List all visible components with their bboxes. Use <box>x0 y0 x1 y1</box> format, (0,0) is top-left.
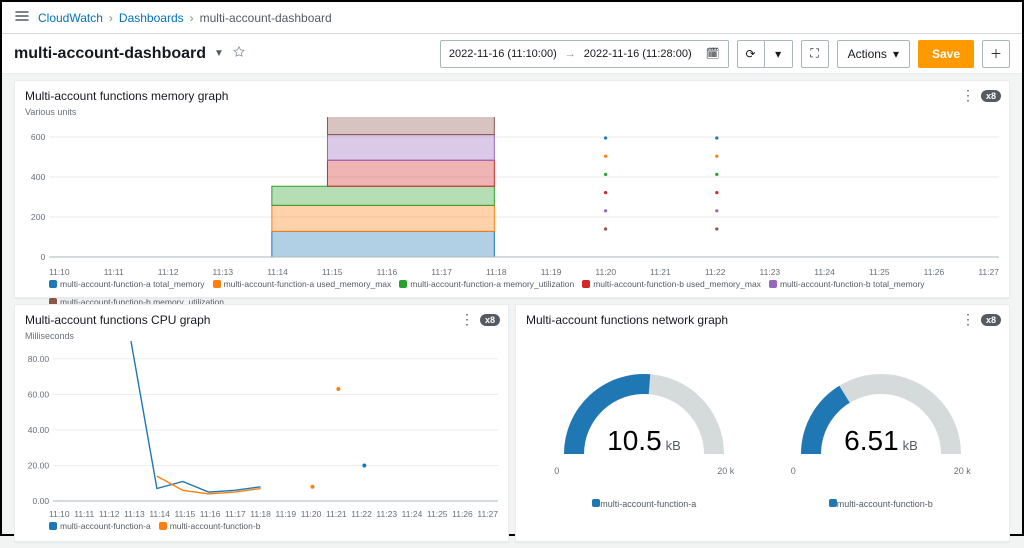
svg-text:0.00: 0.00 <box>33 496 50 506</box>
panel-menu-icon[interactable]: ⋮ <box>961 311 975 328</box>
x-axis: 11:1011:1111:1211:1311:1411:1511:1611:17… <box>25 265 999 277</box>
save-button[interactable]: Save <box>918 40 974 68</box>
panel-network: ⋮ x8 Multi-account functions network gra… <box>515 304 1010 542</box>
legend-item[interactable]: multi-account-function-a <box>49 521 151 531</box>
legend-item[interactable]: multi-account-function-b <box>829 499 933 509</box>
time-range-to: 2022-11-16 (11:28:00) <box>584 48 692 60</box>
panel-menu-icon[interactable]: ⋮ <box>961 87 975 104</box>
fullscreen-button[interactable]: ⛶ <box>801 40 829 68</box>
refresh-icon: ⟳ <box>746 47 756 61</box>
legend-item[interactable]: multi-account-function-b total_memory <box>769 279 925 289</box>
svg-text:600: 600 <box>31 132 46 142</box>
gauges: 10.5kB 020 k 6.51kB 020 k <box>526 327 999 497</box>
legend-item[interactable]: multi-account-function-b <box>159 521 261 531</box>
plus-icon: ＋ <box>990 45 1002 62</box>
panel-badge: x8 <box>981 314 1001 326</box>
gauge-b: 6.51kB 020 k <box>781 349 981 476</box>
refresh-interval-button[interactable]: ▾ <box>765 40 793 68</box>
panel-title: Multi-account functions memory graph <box>25 89 999 103</box>
breadcrumb-dashboards[interactable]: Dashboards <box>119 11 184 25</box>
calendar-icon: 🗓 <box>706 47 720 60</box>
svg-text:40.00: 40.00 <box>28 425 50 435</box>
legend-item[interactable]: multi-account-function-b used_memory_max <box>582 279 761 289</box>
hamburger-icon[interactable] <box>14 8 30 27</box>
legend-item[interactable]: multi-account-function-a total_memory <box>49 279 205 289</box>
panel-badge: x8 <box>981 90 1001 102</box>
arrow-right-icon: → <box>565 48 576 60</box>
refresh-button[interactable]: ⟳ <box>737 40 765 68</box>
time-range-from: 2022-11-16 (11:10:00) <box>449 48 557 60</box>
svg-text:0: 0 <box>40 252 45 262</box>
page-title: multi-account-dashboard <box>14 45 206 63</box>
add-widget-button[interactable]: ＋ <box>982 40 1010 68</box>
svg-text:400: 400 <box>31 172 46 182</box>
chevron-right-icon: › <box>109 11 113 25</box>
memory-chart: 0 200 400 600 <box>25 117 999 265</box>
svg-text:10.5kB: 10.5kB <box>607 425 681 456</box>
actions-label: Actions <box>848 47 887 61</box>
gauge-a: 10.5kB 020 k <box>544 349 744 476</box>
y-axis-label: Milliseconds <box>25 331 498 341</box>
cpu-chart: 0.00 20.00 40.00 60.00 80.00 <box>25 341 498 507</box>
actions-button[interactable]: Actions ▾ <box>837 40 910 68</box>
legend: multi-account-function-a total_memory mul… <box>25 279 999 307</box>
caret-down-icon: ▾ <box>893 47 899 61</box>
legend-item[interactable]: multi-account-function-a used_memory_max <box>213 279 392 289</box>
legend: multi-account-function-a multi-account-fu… <box>526 499 999 509</box>
y-axis-label: Various units <box>25 107 999 117</box>
svg-text:6.51kB: 6.51kB <box>844 425 918 456</box>
panel-menu-icon[interactable]: ⋮ <box>460 311 474 328</box>
legend-item[interactable]: multi-account-function-a memory_utilizat… <box>399 279 574 289</box>
svg-text:200: 200 <box>31 212 46 222</box>
title-caret-icon[interactable]: ▼ <box>214 48 224 59</box>
x-axis: 11:1011:1111:1211:1311:1411:1511:1611:17… <box>25 507 498 519</box>
panel-title: Multi-account functions CPU graph <box>25 313 498 327</box>
breadcrumb-root[interactable]: CloudWatch <box>38 11 103 25</box>
panel-title: Multi-account functions network graph <box>526 313 999 327</box>
legend-item[interactable]: multi-account-function-a <box>592 499 696 509</box>
breadcrumb-current: multi-account-dashboard <box>200 11 332 25</box>
panel-cpu: ⋮ x8 Multi-account functions CPU graph M… <box>14 304 509 542</box>
svg-text:60.00: 60.00 <box>28 389 50 399</box>
chevron-right-icon: › <box>190 11 194 25</box>
favorite-star-icon[interactable] <box>232 45 246 62</box>
svg-text:80.00: 80.00 <box>28 354 50 364</box>
fullscreen-icon: ⛶ <box>810 46 818 61</box>
panel-memory: ⋮ x8 Multi-account functions memory grap… <box>14 80 1010 298</box>
breadcrumb: CloudWatch › Dashboards › multi-account-… <box>38 11 332 25</box>
caret-down-icon: ▾ <box>775 47 781 61</box>
legend: multi-account-function-a multi-account-fu… <box>25 521 498 531</box>
panel-badge: x8 <box>480 314 500 326</box>
svg-text:20.00: 20.00 <box>28 460 50 470</box>
time-range-picker[interactable]: 2022-11-16 (11:10:00) → 2022-11-16 (11:2… <box>440 40 729 68</box>
